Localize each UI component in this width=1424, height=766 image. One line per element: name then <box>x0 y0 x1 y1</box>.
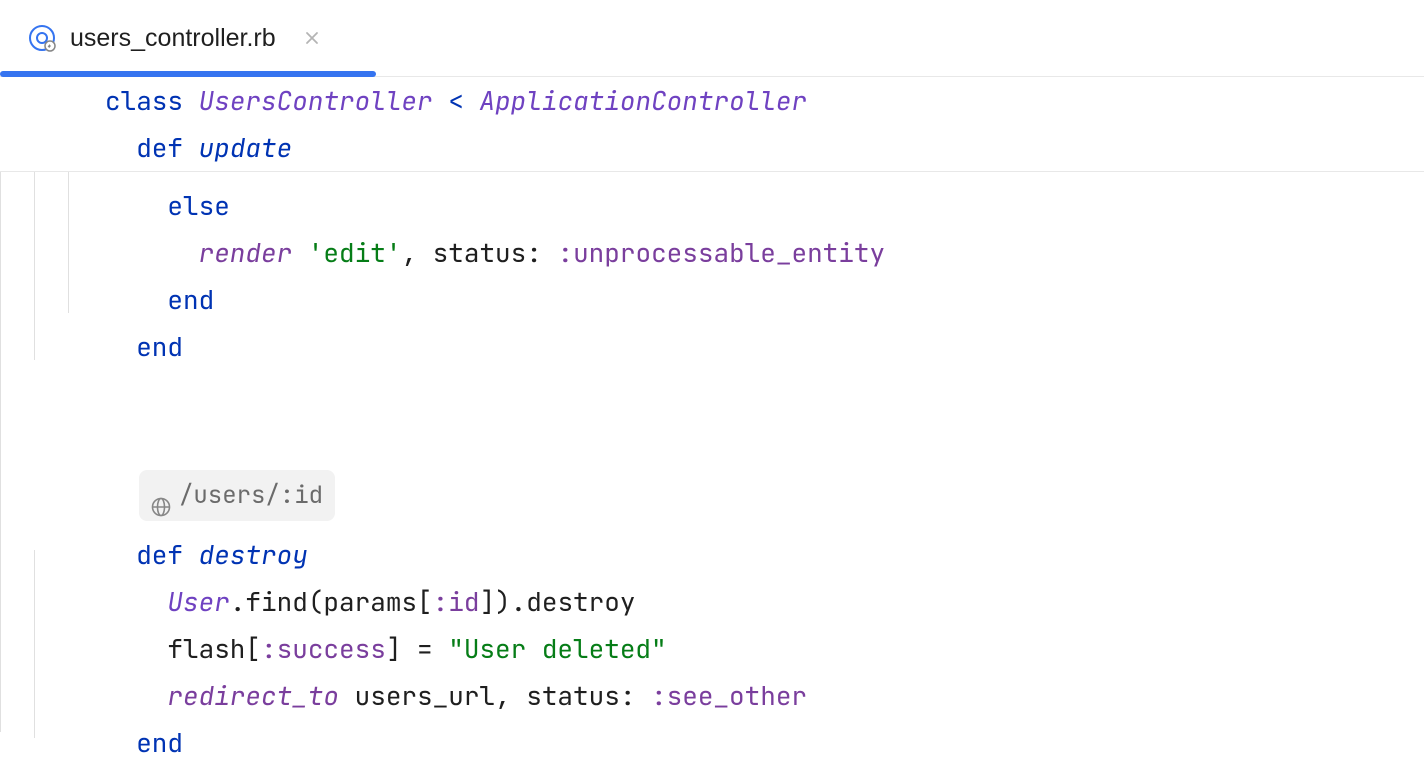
file-tab[interactable]: users_controller.rb <box>0 0 348 76</box>
code-line <box>105 370 1424 417</box>
code-line: redirect_to users_url, status: :see_othe… <box>105 672 1424 719</box>
code-line: render 'edit', status: :unprocessable_en… <box>105 229 1424 276</box>
code-editor[interactable]: else render 'edit', status: :unprocessab… <box>0 172 1424 766</box>
code-line: else <box>105 182 1424 229</box>
tab-filename: users_controller.rb <box>70 24 276 53</box>
close-icon[interactable] <box>304 30 320 46</box>
code-line: flash[:success] = "User deleted" <box>105 625 1424 672</box>
sticky-scroll-header: class UsersController < ApplicationContr… <box>0 77 1424 172</box>
ruby-file-icon <box>28 24 56 52</box>
sticky-line-class[interactable]: class UsersController < ApplicationContr… <box>105 77 1424 124</box>
code-line: end <box>105 276 1424 323</box>
code-line: end <box>105 323 1424 370</box>
code-line: end <box>105 719 1424 766</box>
code-line: User.find(params[:id]).destroy <box>105 578 1424 625</box>
code-line: def destroy <box>105 531 1424 578</box>
globe-icon <box>151 486 171 506</box>
tab-bar: users_controller.rb <box>0 0 1424 77</box>
sticky-line-def[interactable]: def update <box>105 124 1424 171</box>
inlay-hint-text: /users/:id <box>179 472 323 519</box>
code-line <box>105 417 1424 464</box>
inlay-hint-route[interactable]: /users/:id <box>105 464 1424 531</box>
